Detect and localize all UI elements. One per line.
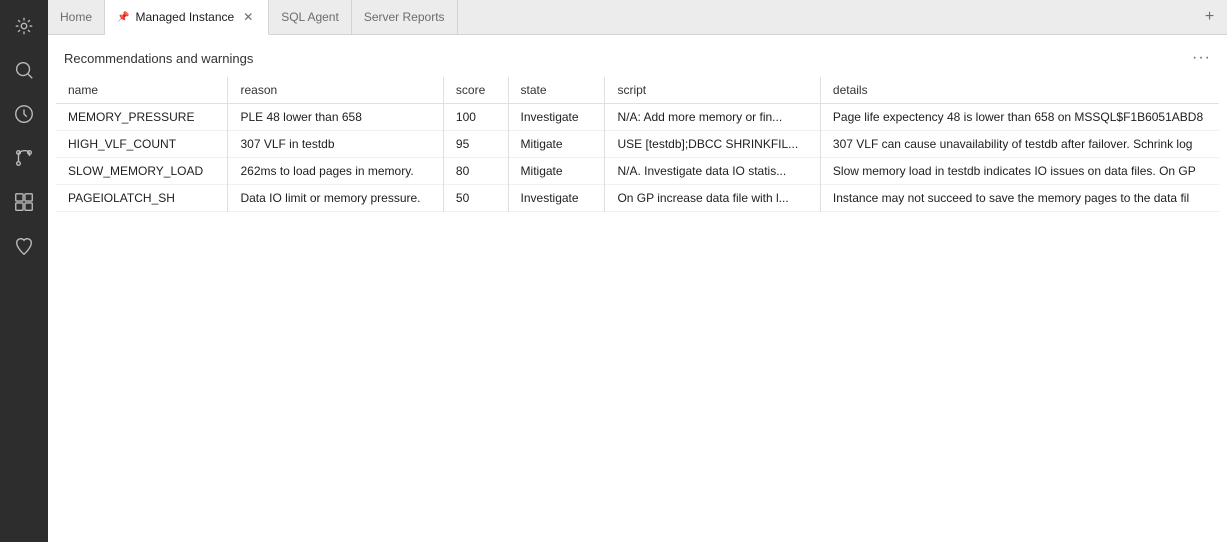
tab-close-managed-instance[interactable]: ✕: [240, 9, 256, 25]
section-menu-button[interactable]: ···: [1192, 49, 1211, 67]
cell-script: USE [testdb];DBCC SHRINKFIL...: [605, 131, 820, 158]
cell-score: 100: [443, 104, 508, 131]
tab-bar: Home 📌 Managed Instance ✕ SQL Agent Serv…: [48, 0, 1227, 35]
cell-state: Mitigate: [508, 131, 605, 158]
col-header-score: score: [443, 77, 508, 104]
cell-name: MEMORY_PRESSURE: [56, 104, 228, 131]
sidebar-item-search[interactable]: [0, 48, 48, 92]
cell-state: Investigate: [508, 185, 605, 212]
sidebar-item-git[interactable]: [0, 136, 48, 180]
tab-spacer: [458, 0, 1192, 34]
cell-details: Instance may not succeed to save the mem…: [820, 185, 1219, 212]
sidebar-item-extensions[interactable]: [0, 180, 48, 224]
tab-home[interactable]: Home: [48, 0, 105, 34]
tab-pin-icon: 📌: [117, 12, 129, 23]
cell-reason: 307 VLF in testdb: [228, 131, 443, 158]
main-area: Home 📌 Managed Instance ✕ SQL Agent Serv…: [48, 0, 1227, 542]
col-header-details: details: [820, 77, 1219, 104]
cell-score: 50: [443, 185, 508, 212]
cell-state: Investigate: [508, 104, 605, 131]
sidebar-item-insights[interactable]: [0, 92, 48, 136]
col-header-state: state: [508, 77, 605, 104]
cell-score: 80: [443, 158, 508, 185]
sidebar-item-health[interactable]: [0, 224, 48, 268]
recommendations-table: name reason score state script details M…: [56, 77, 1219, 212]
tab-managed-instance[interactable]: 📌 Managed Instance ✕: [105, 0, 269, 35]
table-row[interactable]: SLOW_MEMORY_LOAD262ms to load pages in m…: [56, 158, 1219, 185]
table-row[interactable]: HIGH_VLF_COUNT307 VLF in testdb95Mitigat…: [56, 131, 1219, 158]
content-area: Recommendations and warnings ··· name re…: [48, 35, 1227, 542]
cell-reason: 262ms to load pages in memory.: [228, 158, 443, 185]
cell-name: HIGH_VLF_COUNT: [56, 131, 228, 158]
cell-name: SLOW_MEMORY_LOAD: [56, 158, 228, 185]
table-body: MEMORY_PRESSUREPLE 48 lower than 658100I…: [56, 104, 1219, 212]
tab-server-reports[interactable]: Server Reports: [352, 0, 458, 34]
tab-add-button[interactable]: +: [1192, 0, 1227, 34]
cell-details: Slow memory load in testdb indicates IO …: [820, 158, 1219, 185]
cell-name: PAGEIOLATCH_SH: [56, 185, 228, 212]
section-title: Recommendations and warnings: [64, 51, 253, 66]
table-header-row: name reason score state script details: [56, 77, 1219, 104]
cell-script: N/A. Investigate data IO statis...: [605, 158, 820, 185]
table-row[interactable]: PAGEIOLATCH_SHData IO limit or memory pr…: [56, 185, 1219, 212]
cell-details: 307 VLF can cause unavailability of test…: [820, 131, 1219, 158]
tab-sql-agent[interactable]: SQL Agent: [269, 0, 352, 34]
cell-reason: PLE 48 lower than 658: [228, 104, 443, 131]
cell-score: 95: [443, 131, 508, 158]
cell-script: On GP increase data file with l...: [605, 185, 820, 212]
cell-state: Mitigate: [508, 158, 605, 185]
sidebar-item-connections[interactable]: [0, 4, 48, 48]
table-row[interactable]: MEMORY_PRESSUREPLE 48 lower than 658100I…: [56, 104, 1219, 131]
recommendations-table-container: name reason score state script details M…: [48, 77, 1227, 542]
cell-reason: Data IO limit or memory pressure.: [228, 185, 443, 212]
col-header-script: script: [605, 77, 820, 104]
cell-script: N/A: Add more memory or fin...: [605, 104, 820, 131]
section-header: Recommendations and warnings ···: [48, 35, 1227, 77]
activity-bar: [0, 0, 48, 542]
cell-details: Page life expectency 48 is lower than 65…: [820, 104, 1219, 131]
col-header-reason: reason: [228, 77, 443, 104]
col-header-name: name: [56, 77, 228, 104]
